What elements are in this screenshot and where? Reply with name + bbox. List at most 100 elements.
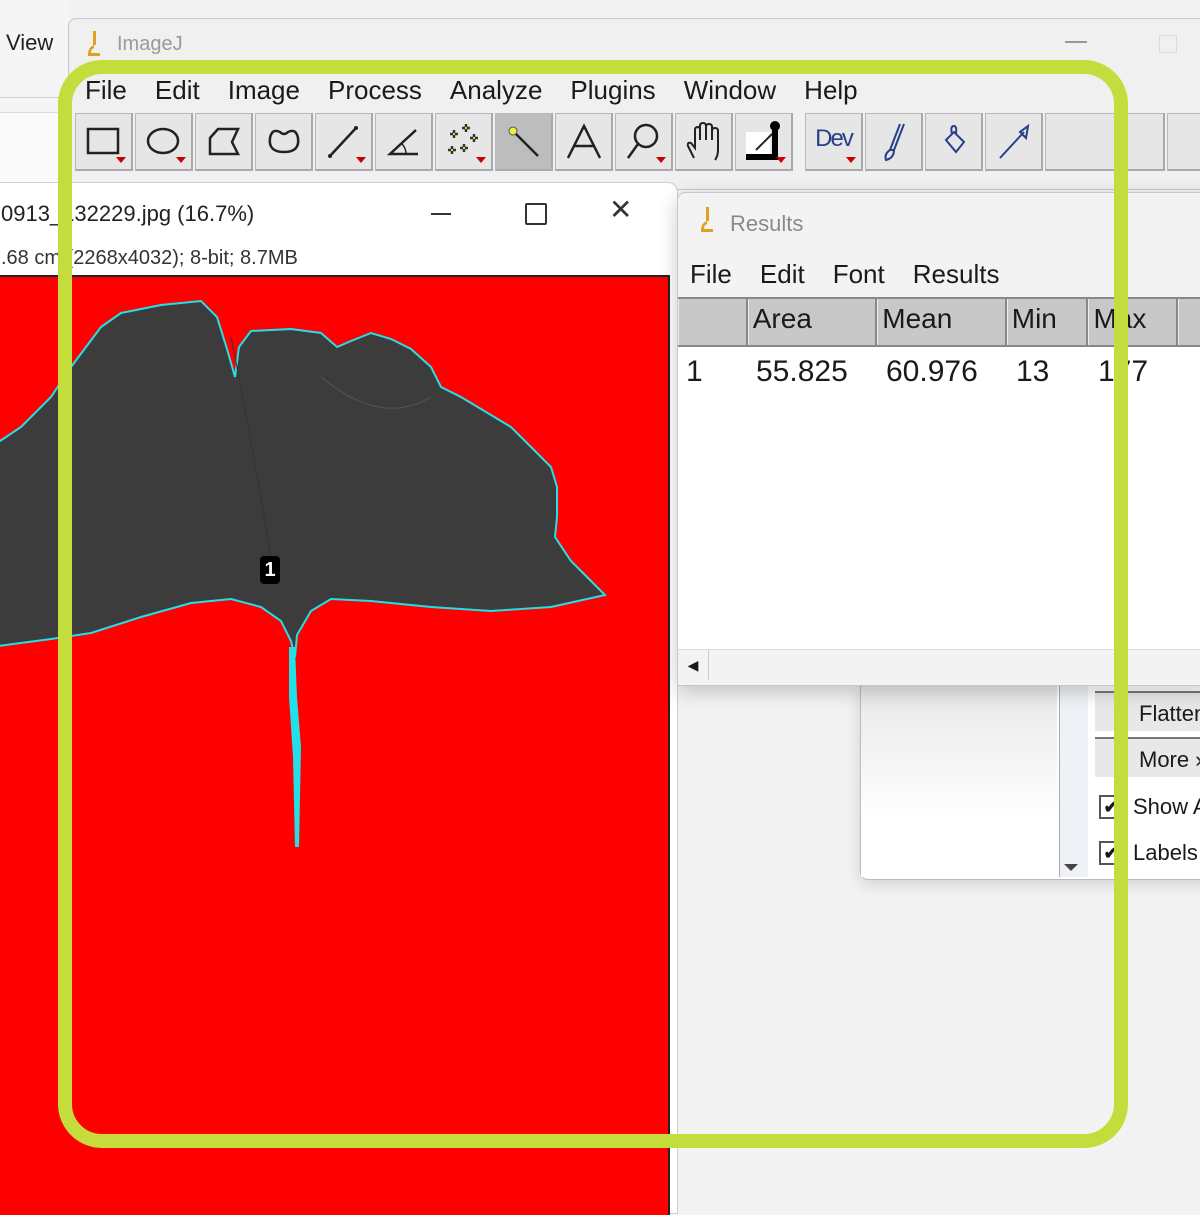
arrow-tool-button[interactable] [985, 113, 1043, 171]
more-button[interactable]: More » [1095, 737, 1200, 777]
column-header-index[interactable] [678, 299, 748, 345]
cell-max: 177 [1098, 355, 1149, 388]
explorer-panel [0, 112, 70, 183]
window-title: ImageJ [117, 33, 183, 55]
minimize-button[interactable] [1065, 41, 1087, 43]
freehand-tool-button[interactable] [255, 113, 313, 171]
magnifier-tool-button[interactable] [615, 113, 673, 171]
results-menubar: File Edit Font Results [690, 259, 1027, 290]
line-tool-button[interactable] [315, 113, 373, 171]
divider [0, 97, 70, 98]
oval-tool-button[interactable] [135, 113, 193, 171]
leaf-shape [0, 299, 607, 658]
multipoint-tool-button[interactable] [435, 113, 493, 171]
column-header-max[interactable]: Max [1088, 299, 1179, 345]
dropdown-indicator [356, 157, 366, 163]
text-tool-button[interactable] [555, 113, 613, 171]
color-picker-tool-button[interactable] [735, 113, 793, 171]
imagej-menubar: File Edit Image Process Analyze Plugins … [85, 75, 886, 109]
results-menu-file[interactable]: File [690, 259, 732, 290]
paintbrush-icon [884, 123, 905, 161]
imagej-main-window: ImageJ File Edit Image Process Analyze P… [68, 18, 1200, 190]
microscope-icon [88, 31, 100, 56]
dropdown-indicator [176, 157, 186, 163]
results-window: Results File Edit Font Results Area Mean… [677, 192, 1200, 686]
maximize-button[interactable] [1159, 35, 1177, 53]
table-row[interactable]: 1 55.825 60.976 13 177 [678, 347, 1200, 393]
empty-tool-slot[interactable] [1045, 113, 1165, 171]
flood-fill-tool-button[interactable] [925, 113, 983, 171]
polygon-icon [208, 127, 240, 155]
labels-checkbox[interactable]: ✔ Labels [1095, 835, 1200, 871]
results-menu-results[interactable]: Results [913, 259, 1000, 290]
menu-edit[interactable]: Edit [155, 75, 214, 109]
hand-icon [686, 121, 719, 161]
menu-analyze[interactable]: Analyze [450, 75, 557, 109]
microscope-icon [701, 207, 713, 232]
leaf-stem [289, 647, 301, 847]
empty-tool-slot[interactable] [1167, 113, 1200, 171]
magic-wand-icon [508, 126, 539, 157]
cell-area: 55.825 [756, 355, 848, 388]
text-icon [566, 122, 601, 159]
flatten-button[interactable]: Flatten [1095, 691, 1200, 731]
results-menu-font[interactable]: Font [833, 259, 885, 290]
scrolling-tool-button[interactable] [675, 113, 733, 171]
menu-plugins[interactable]: Plugins [570, 75, 669, 109]
results-table: Area Mean Min Max 1 55.825 60.976 13 177 [678, 297, 1200, 649]
column-header-extra[interactable] [1178, 299, 1200, 345]
menu-image[interactable]: Image [228, 75, 314, 109]
menu-help[interactable]: Help [804, 75, 871, 109]
image-canvas[interactable]: 1 [0, 275, 670, 1215]
angle-icon [386, 128, 418, 155]
column-header-area[interactable]: Area [747, 299, 878, 345]
imagej-toolbar: Dev [75, 113, 1200, 175]
menu-window[interactable]: Window [684, 75, 790, 109]
results-header-row: Area Mean Min Max [678, 297, 1200, 347]
dropdown-indicator [476, 157, 486, 163]
results-window-title: Results [730, 211, 804, 236]
freehand-icon [268, 129, 299, 153]
show-all-label: Show All [1133, 794, 1200, 819]
polygon-tool-button[interactable] [195, 113, 253, 171]
image-window-title: 0913_132229.jpg (16.7%) [1, 201, 255, 226]
cell-min: 13 [1016, 355, 1050, 388]
close-button[interactable]: ✕ [609, 193, 632, 226]
minimize-button[interactable] [431, 213, 451, 215]
menu-process[interactable]: Process [328, 75, 436, 109]
results-menu-edit[interactable]: Edit [760, 259, 805, 290]
explorer-view-menu[interactable]: View [6, 30, 53, 56]
checkbox-checked[interactable]: ✔ [1099, 841, 1123, 865]
dropdown-indicator [776, 157, 786, 163]
scroll-left-arrow-icon[interactable]: ◀ [678, 650, 709, 680]
brush-tool-button[interactable] [865, 113, 923, 171]
menu-file[interactable]: File [85, 75, 141, 109]
column-header-mean[interactable]: Mean [877, 299, 1007, 345]
wand-tool-button[interactable] [495, 113, 553, 171]
dropdown-indicator [116, 157, 126, 163]
show-all-checkbox[interactable]: ✔ Show All [1095, 789, 1200, 825]
horizontal-scrollbar[interactable]: ◀ [678, 649, 1200, 682]
ginkgo-leaf-image [0, 299, 607, 847]
developer-menu-button[interactable]: Dev [805, 113, 863, 171]
roi-manager-window: Flatten More » ✔ Show All ✔ Labels [860, 684, 1200, 880]
column-header-min[interactable]: Min [1006, 299, 1089, 345]
angle-tool-button[interactable] [375, 113, 433, 171]
maximize-button[interactable] [525, 203, 547, 225]
image-info-bar: .68 cm (2268x4032); 8-bit; 8.7MB [1, 247, 298, 269]
roi-list[interactable] [861, 685, 1057, 877]
scroll-down-arrow-icon[interactable] [1064, 864, 1078, 871]
cell-index: 1 [686, 355, 703, 388]
background-explorer-window: View [0, 0, 70, 190]
rectangle-tool-button[interactable] [75, 113, 133, 171]
roi-list-scrollbar[interactable] [1059, 685, 1088, 877]
dropdown-indicator [846, 157, 856, 163]
roi-number-label: 1 [260, 556, 280, 584]
dev-label: Dev [815, 124, 854, 152]
dropdown-indicator [656, 157, 666, 163]
checkbox-checked[interactable]: ✔ [1099, 795, 1123, 819]
paint-bucket-icon [944, 124, 965, 154]
image-window: 0913_132229.jpg (16.7%) ✕ .68 cm (2268x4… [0, 182, 678, 1215]
cell-mean: 60.976 [886, 355, 978, 388]
arrow-icon [998, 123, 1029, 159]
